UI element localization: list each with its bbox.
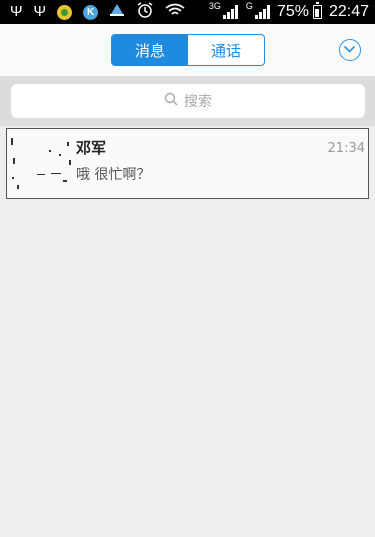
signal-icon	[222, 5, 238, 19]
message-preview: 哦 很忙啊？	[76, 167, 151, 183]
battery-icon	[312, 2, 322, 19]
search-input[interactable]: 搜索	[11, 84, 365, 118]
signal-icon	[254, 5, 270, 19]
search-bar: 搜索	[0, 76, 375, 126]
network-type-label: 3G	[208, 1, 221, 11]
avatar	[11, 136, 71, 190]
chevron-down-icon[interactable]	[339, 39, 361, 61]
list-item[interactable]: 邓军 21:34 哦 很忙啊？	[6, 128, 369, 199]
contact-name: 邓军	[76, 139, 107, 157]
message-time: 21:34	[327, 141, 365, 156]
tab-calls[interactable]: 通话	[188, 35, 264, 65]
app-icon	[57, 4, 73, 20]
segmented-control: 消息 通话	[111, 34, 265, 66]
wifi-icon	[165, 3, 185, 22]
battery-percent: 75%	[276, 3, 309, 20]
search-placeholder: 搜索	[184, 94, 212, 110]
top-bar: 消息 通话	[0, 24, 375, 76]
status-bar: Ψ Ψ K 3G G 75% 22:47	[0, 0, 375, 24]
k-app-icon: K	[83, 4, 99, 20]
usb-icon: Ψ	[10, 3, 23, 20]
tab-messages[interactable]: 消息	[112, 35, 188, 65]
search-icon	[164, 92, 178, 110]
conversation-list-empty-area	[0, 199, 375, 537]
boat-icon	[109, 3, 125, 22]
clock: 22:47	[328, 3, 369, 20]
status-icons-right: 3G G 75% 22:47	[209, 0, 369, 24]
network-type-label: G	[245, 1, 253, 11]
usb-icon: Ψ	[33, 3, 47, 20]
status-icons-left: Ψ Ψ K	[10, 0, 185, 24]
alarm-icon	[136, 1, 154, 23]
